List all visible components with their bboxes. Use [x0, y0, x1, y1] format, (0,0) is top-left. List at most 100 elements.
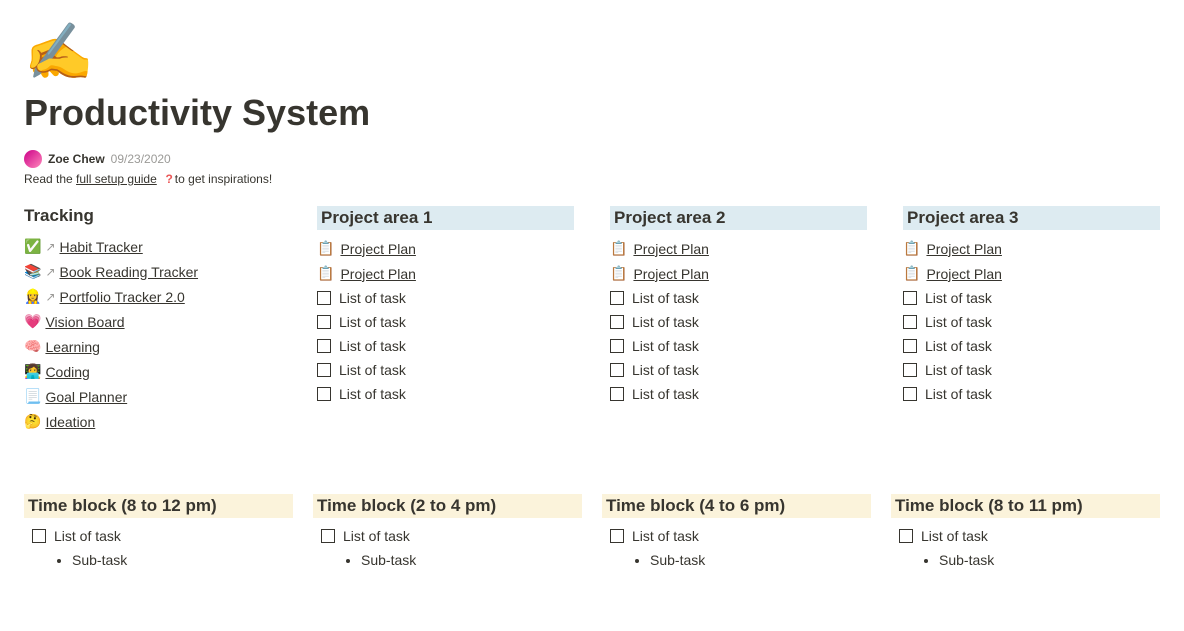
tracking-link[interactable]: Learning [45, 339, 100, 355]
byline: Zoe Chew 09/23/2020 [24, 150, 1160, 168]
project-heading-1: Project area 1 [317, 206, 574, 230]
tracking-link[interactable]: Habit Tracker [60, 239, 143, 255]
tracking-item[interactable]: ✅ ↗ Habit Tracker [24, 238, 281, 255]
plan-link[interactable]: Project Plan [340, 241, 415, 257]
plan-link[interactable]: Project Plan [926, 241, 1001, 257]
task-label: List of task [925, 386, 992, 402]
page-icon[interactable]: ✍️ [24, 24, 1160, 80]
tracking-link[interactable]: Ideation [45, 414, 95, 430]
tracking-item[interactable]: 👷‍♀️↗Portfolio Tracker 2.0 [24, 288, 281, 305]
task-label: List of task [925, 338, 992, 354]
tracking-item[interactable]: 📃Goal Planner [24, 388, 281, 405]
task-label: List of task [632, 528, 699, 544]
checkbox-icon[interactable] [610, 363, 624, 377]
checkbox-icon[interactable] [317, 291, 331, 305]
task-label: List of task [632, 314, 699, 330]
checkbox-icon[interactable] [903, 339, 917, 353]
subtask: Sub-task [72, 552, 293, 568]
task-label: List of task [921, 528, 988, 544]
task-label: List of task [339, 386, 406, 402]
arrow-icon: ↗ [45, 290, 55, 304]
clipboard-icon: 📋 [317, 240, 334, 257]
plan-link[interactable]: Project Plan [633, 266, 708, 282]
checkbox-icon[interactable] [903, 387, 917, 401]
tracking-item[interactable]: 🧠Learning [24, 338, 281, 355]
subtask: Sub-task [361, 552, 582, 568]
sub-suffix: to get inspirations! [175, 172, 272, 186]
task-label: List of task [632, 386, 699, 402]
tracking-link[interactable]: Book Reading Tracker [60, 264, 199, 280]
checkbox-icon[interactable] [903, 315, 917, 329]
project-plan[interactable]: 📋 Project Plan [610, 240, 867, 257]
emoji-icon: ✅ [24, 238, 41, 255]
emoji-icon: 💗 [24, 313, 41, 330]
tracking-link[interactable]: Goal Planner [45, 389, 127, 405]
checkbox-icon[interactable] [903, 363, 917, 377]
project-column-1: Project area 1 📋Project Plan📋Project Pla… [317, 206, 574, 438]
clipboard-icon: 📋 [610, 240, 627, 257]
timeblock-heading-4: Time block (8 to 11 pm) [891, 494, 1160, 518]
task-row: List of task [903, 314, 1160, 330]
timeblock-4: Time block (8 to 11 pm) List of task Sub… [891, 494, 1160, 568]
checkbox-icon[interactable] [610, 291, 624, 305]
task-row: List of task [903, 362, 1160, 378]
timeblock-2: Time block (2 to 4 pm) List of task Sub-… [313, 494, 582, 568]
task-row: List of task [317, 386, 574, 402]
tracking-link[interactable]: Coding [45, 364, 89, 380]
task-row: List of task [903, 338, 1160, 354]
checkbox-icon[interactable] [610, 339, 624, 353]
checkbox-icon[interactable] [610, 315, 624, 329]
task-label: List of task [339, 290, 406, 306]
project-plan[interactable]: 📋 Project Plan [317, 240, 574, 257]
task-row: List of task [317, 290, 574, 306]
checkbox-icon[interactable] [899, 529, 913, 543]
task-label: List of task [632, 290, 699, 306]
checkbox-icon[interactable] [317, 363, 331, 377]
task-row: List of task [610, 290, 867, 306]
task-label: List of task [925, 314, 992, 330]
checkbox-icon[interactable] [317, 315, 331, 329]
project-plan[interactable]: 📋Project Plan [903, 240, 1160, 257]
checkbox-icon[interactable] [610, 529, 624, 543]
tracking-item[interactable]: 💗Vision Board [24, 313, 281, 330]
task-label: List of task [343, 528, 410, 544]
project-plan[interactable]: 📋Project Plan [610, 265, 867, 282]
project-column-2: Project area 2 📋Project Plan📋Project Pla… [610, 206, 867, 438]
timeblock-heading-3: Time block (4 to 6 pm) [602, 494, 871, 518]
timeblock-1: Time block (8 to 12 pm) List of task Sub… [24, 494, 293, 568]
plan-link[interactable]: Project Plan [926, 266, 1001, 282]
checkbox-icon[interactable] [32, 529, 46, 543]
subtask: Sub-task [650, 552, 871, 568]
project-plan[interactable]: 📋Project Plan [903, 265, 1160, 282]
tracking-column: Tracking ✅↗Habit Tracker📚↗Book Reading T… [24, 206, 281, 438]
task-row: List of task [610, 362, 867, 378]
page-title: Productivity System [24, 92, 1160, 134]
plan-link[interactable]: Project Plan [633, 241, 708, 257]
task-label: List of task [925, 290, 992, 306]
task-label: List of task [339, 314, 406, 330]
subtask: Sub-task [939, 552, 1160, 568]
tracking-item[interactable]: 🤔Ideation [24, 413, 281, 430]
project-column-3: Project area 3 📋Project Plan 📋Project Pla… [903, 206, 1160, 438]
checkbox-icon[interactable] [317, 387, 331, 401]
tracking-link[interactable]: Portfolio Tracker 2.0 [60, 289, 185, 305]
setup-guide-link[interactable]: full setup guide [76, 172, 157, 186]
project-heading-3: Project area 3 [903, 206, 1160, 230]
plan-link[interactable]: Project Plan [340, 266, 415, 282]
tracking-link[interactable]: Vision Board [45, 314, 124, 330]
timeblock-columns: Time block (8 to 12 pm) List of task Sub… [24, 494, 1160, 568]
tracking-item[interactable]: 👩‍💻Coding [24, 363, 281, 380]
project-heading-2: Project area 2 [610, 206, 867, 230]
arrow-icon: ↗ [45, 240, 55, 254]
checkbox-icon[interactable] [321, 529, 335, 543]
tracking-item[interactable]: 📚↗Book Reading Tracker [24, 263, 281, 280]
checkbox-icon[interactable] [610, 387, 624, 401]
task-label: List of task [339, 362, 406, 378]
project-plan[interactable]: 📋Project Plan [317, 265, 574, 282]
checkbox-icon[interactable] [317, 339, 331, 353]
task-row: List of task [317, 362, 574, 378]
task-label: List of task [632, 362, 699, 378]
top-columns: Tracking ✅↗Habit Tracker📚↗Book Reading T… [24, 206, 1160, 438]
question-icon: ? [165, 172, 172, 186]
checkbox-icon[interactable] [903, 291, 917, 305]
